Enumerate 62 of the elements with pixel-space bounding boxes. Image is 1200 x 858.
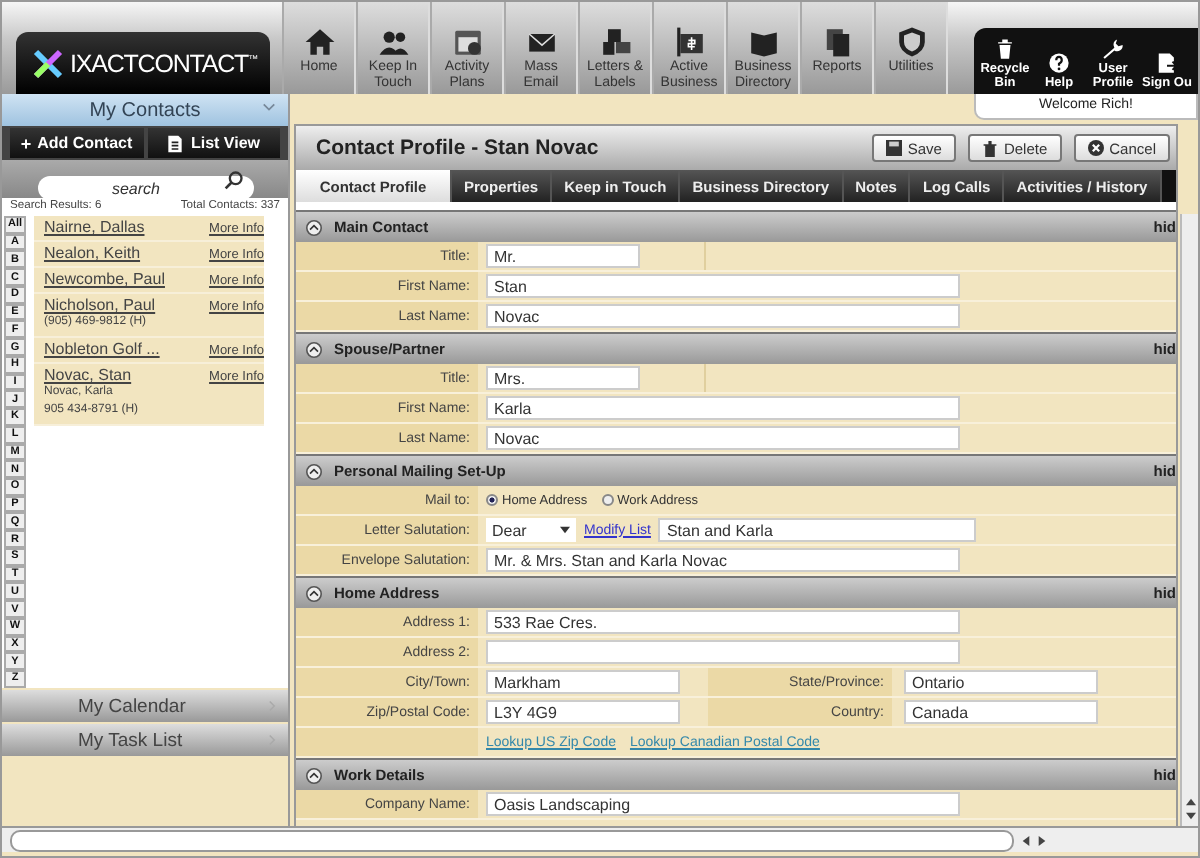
salutation-dropdown[interactable]: Dear	[486, 518, 576, 542]
cancel-icon	[1087, 140, 1104, 156]
search-field[interactable]: search	[37, 176, 253, 200]
sidebar-panel[interactable]: My Calendar	[2, 690, 288, 722]
collapse-icon	[306, 463, 322, 479]
text-field[interactable]: Mr. & Mrs. Stan and Karla Novac	[486, 548, 960, 572]
collapse-icon	[306, 341, 322, 357]
collapse-icon	[306, 767, 322, 783]
arrow-left-icon	[1022, 835, 1030, 845]
home-icon	[303, 26, 335, 58]
x-logo-icon	[32, 47, 64, 79]
vertical-scrollbar[interactable]	[1180, 214, 1198, 826]
caret-icon	[560, 526, 570, 534]
trash-icon	[994, 38, 1016, 60]
sidebar-header[interactable]: My Contacts	[2, 94, 288, 126]
add-contact-button[interactable]: + Add Contact	[10, 128, 143, 158]
text-field[interactable]: Novac	[486, 304, 960, 328]
contact-name-link[interactable]: Nicholson, Paul	[44, 296, 156, 314]
text-field[interactable]: L3Y 4G9	[486, 700, 680, 724]
wrench-icon	[1102, 38, 1124, 60]
text-field[interactable]: Stan and Karla	[658, 518, 977, 542]
text-field[interactable]: Mr.	[486, 244, 640, 268]
list-view-button[interactable]: List View	[147, 128, 280, 158]
text-field[interactable]: Stan	[486, 274, 960, 298]
dollar-sign-icon	[673, 26, 705, 58]
arrow-right-icon	[1038, 835, 1046, 845]
collapse-icon	[306, 585, 322, 601]
sidebar-panel[interactable]: My Task List	[2, 724, 288, 756]
trash-icon	[981, 139, 998, 157]
text-field[interactable]: Novac	[486, 426, 960, 450]
sign-out-icon	[1156, 51, 1178, 73]
search-icon	[223, 169, 243, 189]
text-field[interactable]: 533 Rae Cres.	[486, 610, 960, 634]
radio-button[interactable]	[601, 494, 614, 506]
contact-name-link[interactable]: Newcombe, Paul	[44, 270, 165, 288]
text-field[interactable]: Oasis Landscaping	[486, 792, 960, 816]
arrow-up-icon	[1185, 798, 1195, 806]
book-icon	[747, 26, 779, 58]
contact-name-link[interactable]: Nairne, Dallas	[44, 218, 145, 236]
calendar-icon	[451, 26, 483, 58]
text-field[interactable]	[486, 640, 960, 664]
radio-button[interactable]	[486, 494, 498, 506]
contact-name-link[interactable]: Nealon, Keith	[44, 244, 141, 262]
text-field[interactable]: Mrs.	[486, 366, 640, 390]
documents-icon	[821, 26, 853, 58]
document-icon	[166, 133, 185, 153]
chevron-down-icon	[262, 102, 276, 112]
contact-name-link[interactable]: Nobleton Golf ...	[44, 340, 160, 358]
contact-name-link[interactable]: Novac, Stan	[44, 366, 132, 384]
horizontal-scrollbar[interactable]	[2, 826, 1198, 852]
people-icon	[377, 26, 409, 58]
text-field[interactable]: Karla	[486, 396, 960, 420]
shield-icon	[895, 26, 927, 58]
collapse-icon	[306, 219, 322, 235]
text-field[interactable]: Markham	[486, 670, 680, 694]
profile-title: Contact Profile - Stan Novac	[316, 136, 599, 160]
text-field[interactable]: Ontario	[904, 670, 1098, 694]
logo-text: IXACTCONTACT$^{™}$	[70, 49, 258, 77]
help-icon	[1048, 51, 1070, 73]
text-field[interactable]: Canada	[904, 700, 1098, 724]
arrow-down-icon	[1185, 812, 1195, 820]
boxes-icon	[599, 26, 631, 58]
